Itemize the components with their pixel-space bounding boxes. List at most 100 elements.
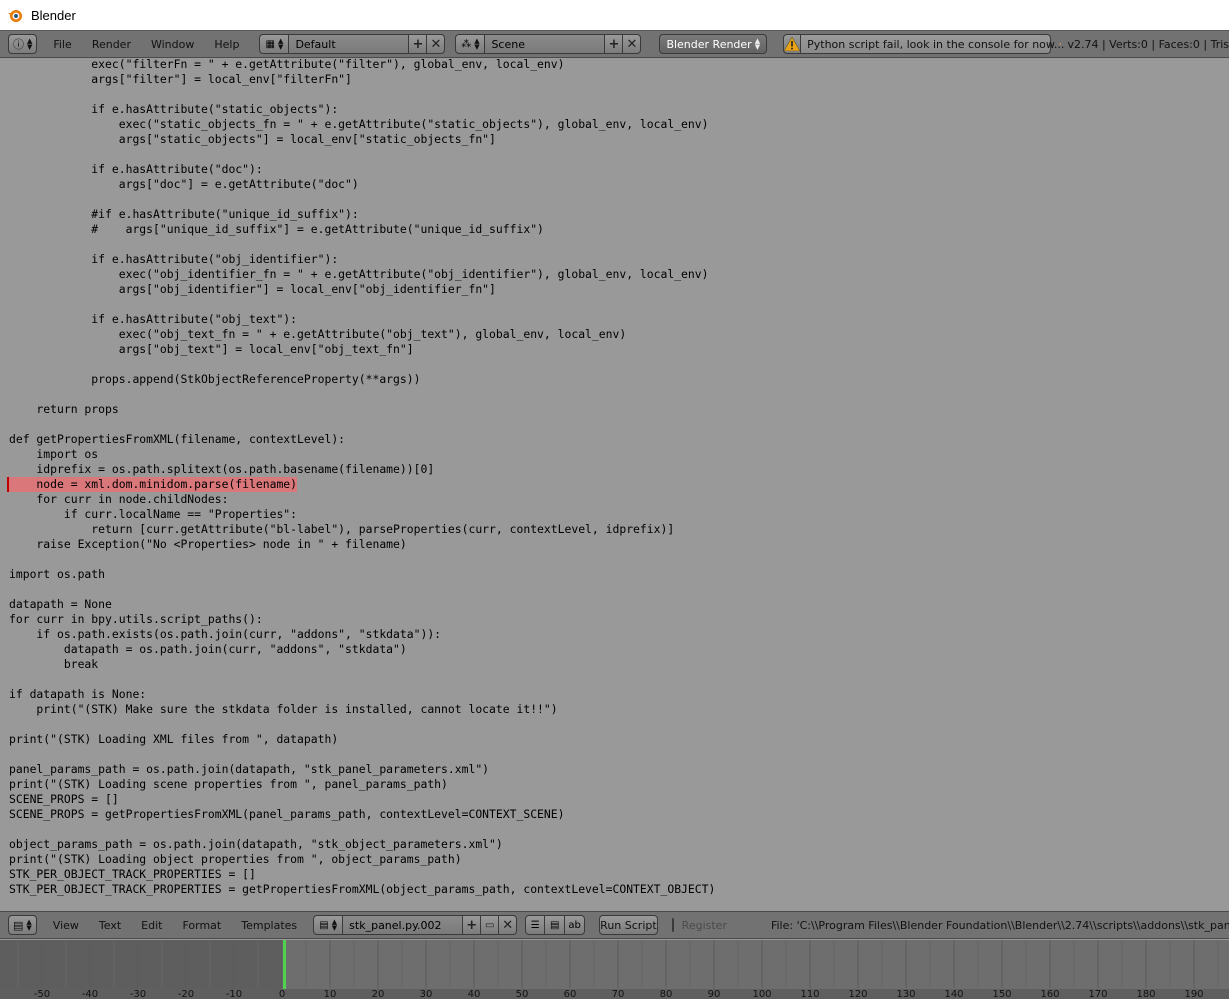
scene-selector: ⁂ ▲ ▼ Scene + ✕ [455, 34, 642, 54]
code-line: # args["unique_id_suffix"] = e.getAttrib… [9, 222, 544, 236]
code-line: raise Exception("No <Properties> node in… [9, 537, 407, 551]
code-line: break [9, 657, 99, 671]
menu-edit[interactable]: Edit [131, 919, 172, 932]
code-line: import os.path [9, 567, 106, 581]
code-line: panel_params_path = os.path.join(datapat… [9, 762, 490, 776]
menu-window[interactable]: Window [141, 38, 204, 51]
remove-screen-icon[interactable]: ✕ [427, 34, 446, 54]
code-line: if curr.localName == "Properties": [9, 507, 298, 521]
window-titlebar: Blender [0, 0, 1229, 30]
code-line: exec("obj_identifier_fn = " + e.getAttri… [9, 267, 709, 281]
text-editor-icon: ▤ [13, 918, 24, 932]
code-line: node = xml.dom.minidom.parse(filename) [9, 477, 715, 492]
text-editor-header: ▤ ▲ ▼ View Text Edit Format Templates ▤ ▲ ▼… [0, 911, 1229, 939]
code-line: return [curr.getAttribute("bl-label"), p… [9, 522, 675, 536]
timeline-tick-label: 30 [420, 989, 433, 999]
code-line: args["filter"] = local_env["filterFn"] [9, 72, 352, 86]
code-line: args["static_objects"] = local_env["stat… [9, 132, 496, 146]
text-block-icon[interactable]: ▤ ▲ ▼ [313, 915, 344, 935]
menu-text[interactable]: Text [89, 919, 131, 932]
text-display-toggles: ☰ ▤ ab [525, 915, 586, 935]
word-wrap-icon[interactable]: ▤ [545, 915, 566, 935]
screen-layout-field[interactable]: Default [289, 34, 410, 54]
timeline-tick-label: 60 [564, 989, 577, 999]
render-engine-label: Blender Render [666, 37, 752, 51]
screen-layout-icon[interactable]: ▦ ▲ ▼ [259, 34, 290, 54]
warning-icon [783, 34, 802, 54]
timeline-tick-label: 100 [752, 989, 771, 999]
timeline-tick-label: 40 [468, 989, 481, 999]
scene-stats: v2.74 | Verts:0 | Faces:0 | Tris [1067, 37, 1229, 51]
text-block-name[interactable]: stk_panel.py.002 [343, 915, 464, 935]
updown-arrows-icon: ▲ ▼ [474, 37, 480, 51]
code-line: print("(STK) Loading scene properties fr… [9, 777, 448, 791]
add-screen-icon[interactable]: + [409, 34, 428, 54]
timeline-tick-label: 20 [372, 989, 385, 999]
error-line-highlight: node = xml.dom.minidom.parse(filename) [9, 477, 298, 492]
menu-help[interactable]: Help [204, 38, 249, 51]
editor-type-selector[interactable]: ▤ ▲ ▼ [8, 915, 37, 935]
menu-templates[interactable]: Templates [231, 919, 307, 932]
updown-arrows-icon: ▲ ▼ [331, 918, 338, 932]
menu-render[interactable]: Render [82, 38, 141, 51]
menu-file[interactable]: File [43, 38, 81, 51]
code-line: SCENE_PROPS = getPropertiesFromXML(panel… [9, 807, 565, 821]
timeline-tick-label: 10 [324, 989, 337, 999]
scene-field[interactable]: Scene [485, 34, 606, 54]
new-text-icon[interactable]: + [463, 915, 482, 935]
code-line: if os.path.exists(os.path.join(curr, "ad… [9, 627, 442, 641]
timeline-tick-label: 180 [1136, 989, 1155, 999]
report-message[interactable]: Python script fail, look in the console … [801, 34, 1064, 54]
code-line: idprefix = os.path.splitext(os.path.base… [9, 462, 435, 476]
blender-logo-icon [1059, 43, 1062, 45]
register-checkbox[interactable] [671, 918, 674, 932]
code-line: if e.hasAttribute("static_objects"): [9, 102, 339, 116]
code-line: args["obj_identifier"] = local_env["obj_… [9, 282, 496, 296]
editor-type-selector[interactable]: ⓘ ▲ ▼ [8, 34, 38, 54]
code-line: args["doc"] = e.getAttribute("doc") [9, 177, 359, 191]
menu-format[interactable]: Format [172, 919, 231, 932]
timeline-playhead[interactable] [283, 940, 286, 989]
text-editor-body[interactable]: exec("filterFn = " + e.getAttribute("fil… [0, 58, 1229, 909]
code-line: if e.hasAttribute("obj_text"): [9, 312, 298, 326]
info-header: ⓘ ▲ ▼ File Render Window Help ▦ ▲ ▼ Default… [0, 30, 1229, 58]
code-line: import os [9, 447, 99, 461]
code-lines: exec("filterFn = " + e.getAttribute("fil… [9, 58, 715, 897]
code-line: return props [9, 402, 119, 416]
run-script-button[interactable]: Run Script [599, 915, 658, 935]
open-text-icon[interactable]: ▭ [481, 915, 500, 935]
scene-icon[interactable]: ⁂ ▲ ▼ [455, 34, 486, 54]
code-line: if e.hasAttribute("doc"): [9, 162, 263, 176]
menu-view[interactable]: View [43, 919, 89, 932]
timeline-editor[interactable]: -50 -40 -30 -20 -10 0 10 20 30 40 50 60 70 80 90 100 110… [0, 940, 1229, 999]
updown-arrows-icon: ▲ ▼ [754, 37, 761, 51]
window-title: Blender [31, 7, 76, 23]
code-line: args["obj_text"] = local_env["obj_text_f… [9, 342, 414, 356]
code-line: STK_PER_OBJECT_TRACK_PROPERTIES = [] [9, 867, 256, 881]
remove-scene-icon[interactable]: ✕ [623, 34, 642, 54]
timeline-tick-label: 70 [612, 989, 625, 999]
code-line: exec("obj_text_fn = " + e.getAttribute("… [9, 327, 627, 341]
timeline-tick-label: -10 [226, 989, 242, 999]
syntax-highlight-icon[interactable]: ab [565, 915, 586, 935]
line-numbers-icon[interactable]: ☰ [525, 915, 546, 935]
timeline-tick-label: 90 [708, 989, 721, 999]
code-line: exec("static_objects_fn = " + e.getAttri… [9, 117, 709, 131]
code-line: SCENE_PROPS = [] [9, 792, 119, 806]
timeline-tick-label: 170 [1088, 989, 1107, 999]
register-label: Register [681, 918, 727, 932]
render-engine-select[interactable]: Blender Render ▲ ▼ [659, 34, 768, 54]
timeline-tick-label: 80 [660, 989, 673, 999]
unlink-text-icon[interactable]: ✕ [499, 915, 518, 935]
code-line: for curr in node.childNodes: [9, 492, 229, 506]
timeline-tick-label: -50 [34, 989, 50, 999]
timeline-tick-label: 190 [1184, 989, 1203, 999]
file-path: File: 'C:\\Program Files\\Blender Founda… [770, 918, 1229, 932]
add-scene-icon[interactable]: + [605, 34, 624, 54]
timeline-ruler[interactable]: -50 -40 -30 -20 -10 0 10 20 30 40 50 60 70 80 90 100 110… [0, 940, 1229, 999]
